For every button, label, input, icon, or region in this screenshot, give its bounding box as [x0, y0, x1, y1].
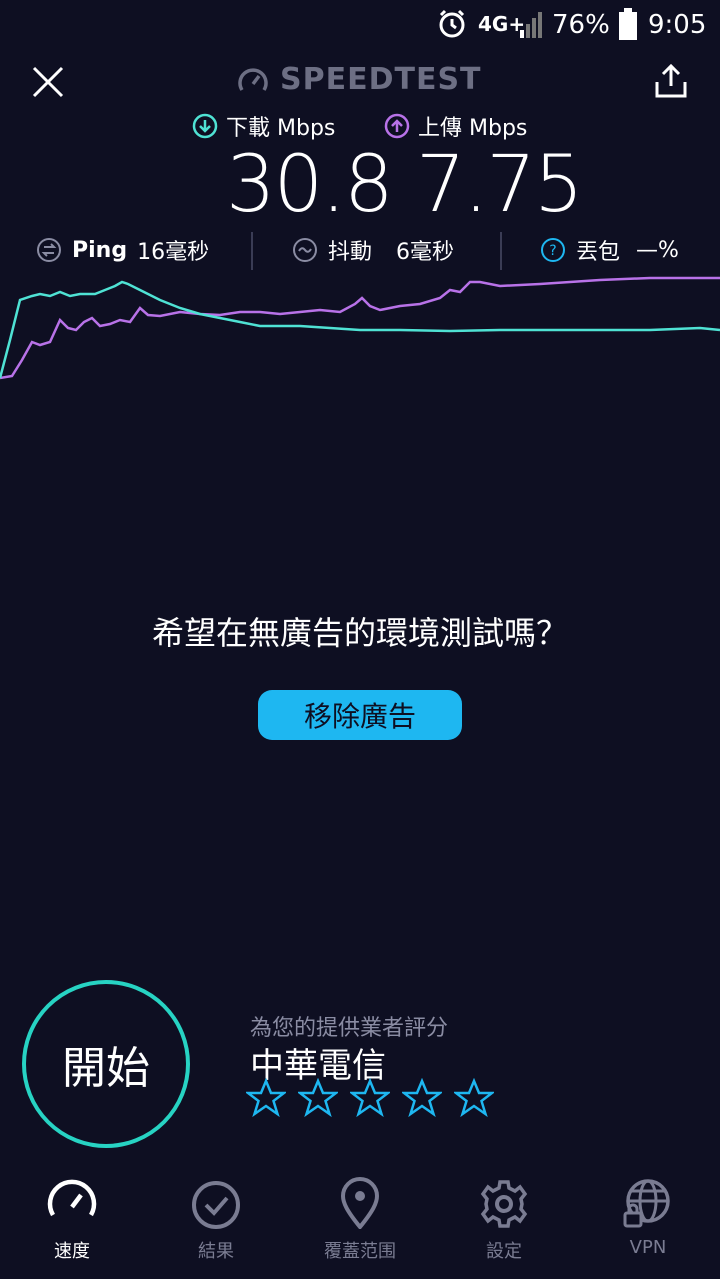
- go-button[interactable]: 開始: [22, 980, 190, 1148]
- nav-item-results[interactable]: 結果: [156, 1175, 276, 1263]
- alarm-icon: [439, 9, 465, 38]
- loss-value: —%: [636, 237, 679, 263]
- upload-value: 7.75: [416, 140, 584, 230]
- star-icon[interactable]: [350, 1078, 390, 1118]
- nav-label: VPN: [629, 1237, 667, 1258]
- nav-item-speed[interactable]: 速度: [12, 1175, 132, 1263]
- check-circle-icon: [192, 1181, 240, 1229]
- ad-prompt: 希望在無廣告的環境測試嗎？: [151, 614, 568, 652]
- download-label-text: 下載 Mbps: [226, 116, 336, 141]
- svg-text:?: ?: [549, 243, 556, 259]
- nav-label: 結果: [198, 1241, 234, 1262]
- share-icon[interactable]: [652, 62, 690, 100]
- battery-icon: [619, 8, 637, 40]
- gear-icon: [480, 1180, 528, 1228]
- nav-item-coverage[interactable]: 覆蓋范围: [300, 1175, 420, 1263]
- go-button-label: 開始: [62, 1043, 150, 1094]
- nav-label: 覆蓋范围: [324, 1241, 396, 1262]
- battery-percent: 76%: [552, 10, 610, 40]
- nav-label: 速度: [54, 1241, 90, 1262]
- app-header: SPEEDTEST: [0, 50, 720, 110]
- download-graph-line: [0, 280, 720, 379]
- app-title: SPEEDTEST: [280, 62, 482, 97]
- map-pin-icon: [340, 1177, 380, 1229]
- bottom-nav: 速度 結果 覆蓋范围 設定 VPN: [0, 1175, 720, 1279]
- nav-item-vpn[interactable]: VPN: [588, 1175, 708, 1258]
- star-icon[interactable]: [246, 1078, 286, 1118]
- upload-graph-line: [0, 276, 720, 380]
- speedtest-logo-icon: [238, 68, 268, 91]
- nav-item-settings[interactable]: 設定: [444, 1175, 564, 1263]
- nav-label: 設定: [486, 1241, 522, 1262]
- globe-lock-icon: [623, 1179, 670, 1228]
- rating-stars: [246, 1078, 494, 1118]
- signal-icon: [520, 12, 542, 38]
- upload-arrow-icon: [384, 113, 410, 139]
- speed-graph: [0, 276, 720, 380]
- download-value: 30.8: [226, 140, 394, 230]
- clock: 9:05: [648, 10, 707, 40]
- close-icon[interactable]: [30, 64, 66, 100]
- upload-label-text: 上傳 Mbps: [418, 116, 528, 141]
- star-icon[interactable]: [298, 1078, 338, 1118]
- download-label: 下載 Mbps: [192, 110, 335, 142]
- download-arrow-icon: [192, 113, 218, 139]
- speedometer-icon: [47, 1179, 97, 1217]
- ping-label: Ping: [72, 237, 128, 263]
- status-bar: 4G+ 76% 9:05: [0, 0, 720, 50]
- upload-label: 上傳 Mbps: [384, 110, 527, 142]
- star-icon[interactable]: [454, 1078, 494, 1118]
- remove-ads-button[interactable]: 移除廣告: [258, 690, 462, 740]
- star-icon[interactable]: [402, 1078, 442, 1118]
